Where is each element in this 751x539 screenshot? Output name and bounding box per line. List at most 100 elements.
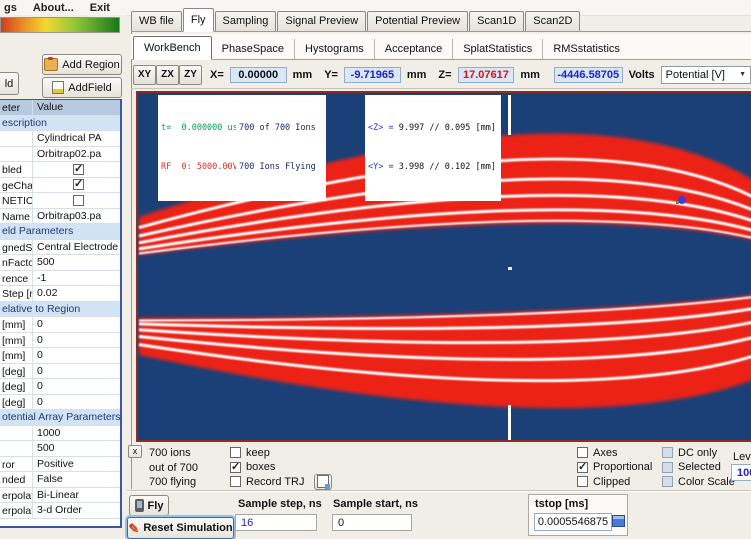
checkbox-boxes[interactable] — [230, 462, 241, 473]
checkbox-gechan[interactable] — [73, 179, 84, 190]
reset-simulation-button[interactable]: ✎ Reset Simulation — [127, 517, 234, 539]
calculator-icon[interactable] — [612, 515, 625, 527]
close-view-button[interactable]: x — [128, 445, 142, 458]
display-checkbox-group: AxesProportionalClipped — [577, 446, 652, 489]
tab-signal-preview[interactable]: Signal Preview — [277, 11, 366, 31]
table-row: geChan — [0, 178, 120, 194]
param-value[interactable]: Central Electrode — [33, 241, 120, 253]
add-region-button[interactable]: Add Region — [42, 54, 122, 75]
tab-potential-preview[interactable]: Potential Preview — [367, 11, 468, 31]
checkbox-proportional[interactable] — [577, 462, 588, 473]
checkbox-clipped[interactable] — [577, 476, 588, 487]
param-value[interactable]: Bi-Linear — [33, 489, 120, 501]
record-trj-save-button[interactable] — [314, 474, 332, 490]
axis-marker-line-bottom — [508, 405, 511, 442]
pencil-icon: ✎ — [128, 523, 139, 534]
subtab-workbench[interactable]: WorkBench — [133, 36, 212, 60]
checkbox-row-dc-only[interactable]: DC only — [662, 446, 735, 460]
z-coordinate-field[interactable]: 17.07617 — [458, 67, 515, 83]
view-button-zx[interactable]: ZX — [156, 65, 179, 85]
tab-fly[interactable]: Fly — [183, 8, 214, 32]
tab-sampling[interactable]: Sampling — [215, 11, 277, 31]
table-row: bled — [0, 162, 120, 178]
level-field[interactable]: 100 — [731, 464, 751, 481]
potential-value-field[interactable]: -4446.58705 — [554, 67, 623, 83]
trajectory-plot-canvas[interactable]: t= 0.000000 us RF 0: 5000.00V 700 of 700… — [136, 91, 751, 442]
table-row: NETIC — [0, 193, 120, 209]
checkbox-row-axes[interactable]: Axes — [577, 446, 652, 460]
param-label: nFactor — [0, 255, 33, 270]
param-value[interactable]: Orbitrap03.pa — [33, 210, 120, 222]
tstop-input[interactable]: 0.0005546875 — [534, 513, 612, 531]
param-value[interactable]: Positive — [33, 458, 120, 470]
checkbox-row-keep[interactable]: keep — [230, 446, 332, 460]
param-value[interactable]: 0.02 — [33, 287, 120, 299]
tab-scan1d[interactable]: Scan1D — [469, 11, 524, 31]
sample-step-input[interactable]: 16 — [235, 514, 317, 531]
sample-start-input[interactable]: 0 — [332, 514, 412, 531]
param-value[interactable]: False — [33, 473, 120, 485]
param-value[interactable] — [33, 195, 120, 206]
time-rf-overlay: t= 0.000000 us RF 0: 5000.00V — [158, 95, 243, 201]
menu-item-about[interactable]: About... — [33, 2, 74, 14]
checkbox-record-trj[interactable] — [230, 476, 241, 487]
y-coordinate-field[interactable]: -9.71965 — [344, 67, 401, 83]
y-stat-readout: <Y> = 3.998 // 0.102 [mm] — [368, 161, 498, 174]
checkbox-keep[interactable] — [230, 447, 241, 458]
menu-item-exit[interactable]: Exit — [90, 2, 110, 14]
param-value[interactable]: 3-d Order — [33, 504, 120, 516]
cut-left-button[interactable]: ld — [0, 72, 19, 95]
document-icon — [52, 81, 64, 94]
checkbox-row-record-trj[interactable]: Record TRJ — [230, 475, 332, 489]
checkbox-row-boxes[interactable]: boxes — [230, 461, 332, 475]
param-label: erpolati — [0, 503, 33, 518]
param-value[interactable]: 0 — [33, 380, 120, 392]
view-button-zy[interactable]: ZY — [179, 65, 202, 85]
subtab-hystograms[interactable]: Hystograms — [295, 39, 375, 59]
param-value[interactable]: Cylindrical PA — [33, 132, 120, 144]
x-coordinate-field[interactable]: 0.00000 — [230, 67, 287, 83]
param-value[interactable]: 500 — [33, 256, 120, 268]
subtab-acceptance[interactable]: Acceptance — [375, 39, 453, 59]
param-label: Step [m — [0, 286, 33, 301]
checkbox-label: Color Scale — [678, 476, 735, 488]
tab-scan2d[interactable]: Scan2D — [525, 11, 580, 31]
param-value[interactable] — [33, 164, 120, 175]
display-mode-dropdown[interactable]: Potential [V] ▼ — [661, 66, 751, 84]
section-label: elative to Region — [0, 303, 80, 315]
add-field-label: AddField — [68, 82, 111, 94]
param-value[interactable]: 0 — [33, 365, 120, 377]
checkbox-row-clipped[interactable]: Clipped — [577, 475, 652, 489]
tab-wb-file[interactable]: WB file — [131, 11, 182, 31]
param-value[interactable]: 0 — [33, 334, 120, 346]
table-section-row: elative to Region — [0, 302, 120, 318]
view-button-xy[interactable]: XY — [133, 65, 156, 85]
menu-item-gs[interactable]: gs — [4, 2, 17, 14]
add-field-button[interactable]: AddField — [42, 77, 122, 98]
param-value[interactable]: 0 — [33, 318, 120, 330]
param-value[interactable]: 1000 — [33, 427, 120, 439]
checkbox-row-selected[interactable]: Selected — [662, 461, 735, 475]
param-value[interactable]: 0 — [33, 396, 120, 408]
subtab-rmsstatistics[interactable]: RMSstatistics — [543, 39, 630, 59]
fly-button[interactable]: Fly — [129, 495, 169, 516]
param-label: erpolatio — [0, 488, 33, 503]
checkbox-bled[interactable] — [73, 164, 84, 175]
checkbox-row-color-scale[interactable]: Color Scale — [662, 475, 735, 489]
checkbox-axes[interactable] — [577, 447, 588, 458]
checkbox-netic[interactable] — [73, 195, 84, 206]
param-value[interactable]: 0 — [33, 349, 120, 361]
subtab-splatstatistics[interactable]: SplatStatistics — [453, 39, 543, 59]
ion-summary-line: 700 flying — [149, 475, 198, 490]
param-value[interactable]: Orbitrap02.pa — [33, 148, 120, 160]
param-value[interactable]: -1 — [33, 272, 120, 284]
table-row: 500 — [0, 441, 120, 457]
param-value[interactable]: 500 — [33, 442, 120, 454]
z-unit: mm — [520, 69, 540, 81]
table-row: [mm]0 — [0, 333, 120, 349]
param-value[interactable] — [33, 179, 120, 190]
subtab-phasespace[interactable]: PhaseSpace — [212, 39, 295, 59]
checkbox-row-proportional[interactable]: Proportional — [577, 461, 652, 475]
table-row: [deg]0 — [0, 395, 120, 411]
param-label — [0, 131, 33, 146]
